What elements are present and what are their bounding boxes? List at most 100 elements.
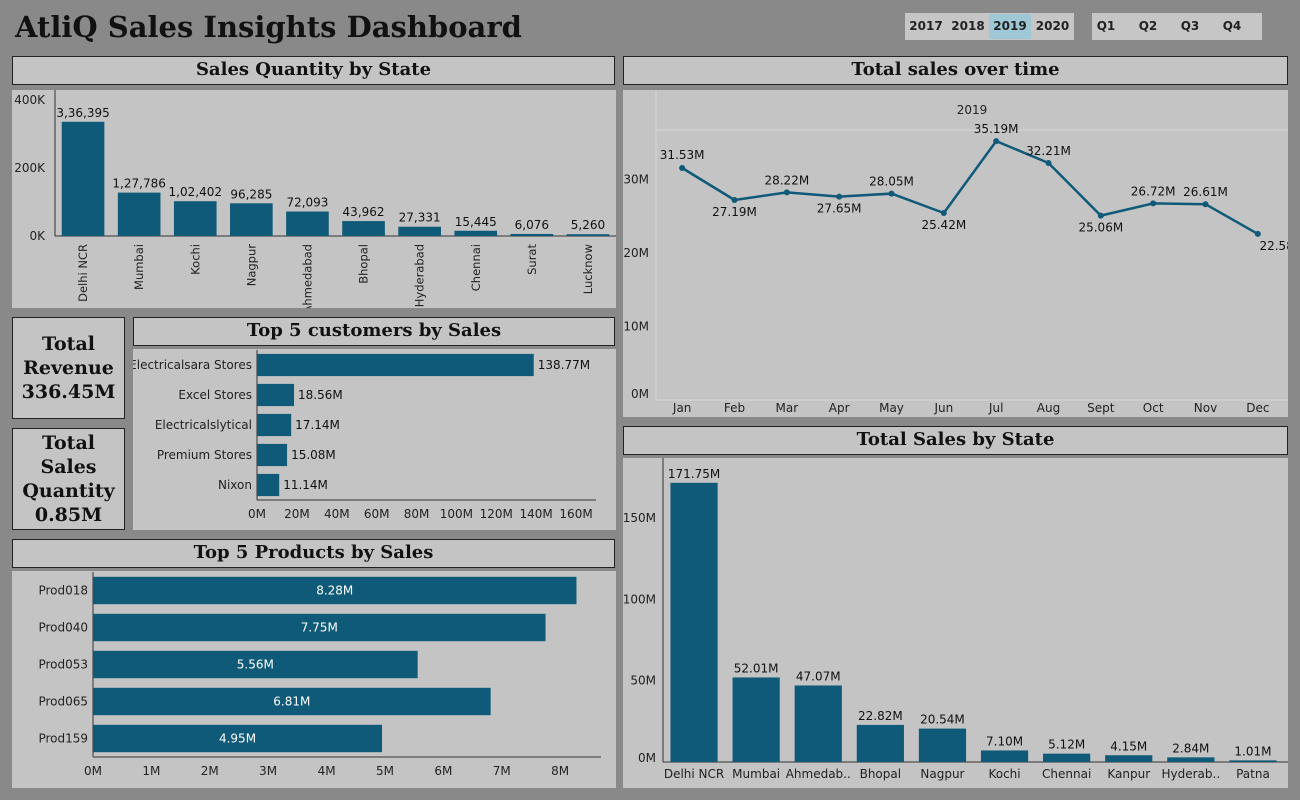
- products-x-tick-label: 7M: [493, 764, 511, 778]
- qty-bar: [230, 203, 273, 236]
- products-category-label: Prod018: [38, 584, 88, 598]
- sales-by-state-chart: 0M 50M 100M 150M 171.75M Delhi NCR 52.01M Mumba…: [623, 458, 1288, 781]
- year-filter-2017[interactable]: 2017: [905, 14, 947, 39]
- qty-bar: [173, 201, 217, 236]
- qty-bar: [286, 211, 329, 236]
- line-data-label: 25.42M: [921, 218, 966, 232]
- line-point: [888, 190, 895, 197]
- qty-x-tick-label: Nagpur: [244, 244, 258, 287]
- products-data-label: 4.95M: [219, 732, 256, 746]
- products-x-tick-label: 2M: [201, 764, 219, 778]
- qty-y-tick-label: 200K: [14, 161, 46, 175]
- line-year-header: 2019: [957, 103, 988, 117]
- line-point: [1254, 230, 1261, 237]
- state-data-label: 20.54M: [920, 713, 965, 727]
- top-products-panel: Prod018 8.28M Prod040 7.75M Prod053 5.56M Prod…: [12, 571, 616, 788]
- state-x-tick-label: Nagpur: [920, 767, 964, 781]
- products-data-label: 5.56M: [237, 658, 274, 672]
- line-x-tick-label: Sept: [1087, 401, 1115, 415]
- line-point: [1150, 200, 1157, 207]
- products-x-tick-label: 1M: [142, 764, 160, 778]
- qty-by-state-panel: 0K 200K 400K 3,36,395 Delhi NCR 1,27,786 Mumba…: [12, 90, 616, 313]
- state-bar: [1229, 760, 1277, 762]
- customers-data-label: 17.14M: [295, 418, 340, 432]
- line-data-label: 26.61M: [1183, 185, 1228, 199]
- state-x-tick-label: Ahmedab..: [786, 767, 851, 781]
- quarter-filter-q4[interactable]: Q4: [1218, 14, 1246, 39]
- state-data-label: 52.01M: [734, 661, 779, 675]
- customers-x-tick-label: 20M: [284, 507, 310, 521]
- line-data-label: 25.06M: [1078, 221, 1123, 235]
- qty-x-tick-label: Bhopal: [357, 244, 371, 284]
- line-y-tick-label: 0M: [631, 387, 649, 401]
- customers-x-tick-label: 100M: [440, 507, 473, 521]
- state-y-tick-label: 100M: [623, 592, 656, 606]
- qty-bar: [117, 192, 161, 236]
- sales-over-time-chart: 2019 0M 10M 20M 30M 31.53M Jan 27.19M Feb 28.22M M…: [623, 90, 1300, 415]
- state-bar: [670, 482, 718, 762]
- line-y-tick-label: 10M: [623, 319, 649, 333]
- products-x-tick-label: 5M: [376, 764, 394, 778]
- customers-x-tick-label: 80M: [404, 507, 430, 521]
- qty-data-label: 27,331: [399, 211, 441, 225]
- qty-data-label: 1,02,402: [169, 185, 222, 199]
- state-y-tick-label: 150M: [623, 511, 656, 525]
- year-filter-2020[interactable]: 2020: [1031, 14, 1074, 39]
- customers-category-label: Premium Stores: [157, 448, 252, 462]
- year-filter-2018[interactable]: 2018: [947, 14, 989, 39]
- products-category-label: Prod040: [38, 621, 88, 635]
- state-bar: [856, 724, 904, 762]
- kpi-quantity-value: 0.85M: [34, 504, 103, 526]
- qty-bar: [342, 221, 385, 236]
- qty-data-label: 5,260: [571, 218, 605, 232]
- line-x-tick-label: May: [879, 401, 904, 415]
- products-category-label: Prod053: [38, 658, 88, 672]
- kpi-revenue-line1: Total: [42, 333, 95, 355]
- top-products-header: Top 5 Products by Sales: [12, 539, 615, 568]
- state-bar: [1105, 755, 1153, 762]
- sales-by-state-header: Total Sales by State: [623, 426, 1288, 455]
- line-point: [1097, 212, 1104, 219]
- customers-data-label: 18.56M: [298, 388, 343, 402]
- qty-x-tick-label: Hyderabad: [413, 244, 427, 307]
- qty-by-state-chart: 0K 200K 400K 3,36,395 Delhi NCR 1,27,786 Mumba…: [14, 90, 616, 313]
- state-x-tick-label: Patna: [1236, 767, 1270, 781]
- customers-x-tick-label: 120M: [480, 507, 513, 521]
- state-bar: [918, 728, 967, 762]
- state-y-tick-label: 0M: [638, 751, 656, 765]
- quarter-filter-q3[interactable]: Q3: [1176, 14, 1204, 39]
- qty-data-label: 72,093: [286, 196, 328, 210]
- qty-bar: [398, 226, 441, 236]
- top-customers-panel: Electricalsara Stores 138.77M Excel Stores…: [129, 349, 616, 530]
- kpi-quantity-line2: Quantity: [22, 480, 115, 502]
- products-x-tick-label: 3M: [259, 764, 277, 778]
- quarter-filter-q2[interactable]: Q2: [1134, 14, 1162, 39]
- qty-x-tick-label: Delhi NCR: [76, 244, 90, 302]
- state-x-tick-label: Chennai: [1042, 767, 1091, 781]
- line-point: [1202, 201, 1209, 208]
- quarter-filter-q1[interactable]: Q1: [1092, 14, 1120, 39]
- customers-category-label: Electricalsara Stores: [133, 358, 252, 372]
- qty-bar: [510, 233, 554, 236]
- line-x-tick-label: Dec: [1246, 401, 1269, 415]
- customers-bar: [257, 353, 534, 377]
- sales-over-time-panel: 2019 0M 10M 20M 30M 31.53M Jan 27.19M Feb 28.22M M…: [623, 90, 1300, 417]
- products-data-label: 6.81M: [273, 695, 310, 709]
- year-filter-2019[interactable]: 2019: [989, 14, 1031, 39]
- line-point: [836, 193, 843, 200]
- products-x-tick-label: 6M: [434, 764, 452, 778]
- customers-x-tick-label: 0M: [248, 507, 266, 521]
- line-point: [993, 138, 1000, 145]
- line-x-tick-label: Jul: [988, 401, 1003, 415]
- kpi-revenue-line2: Revenue: [23, 357, 114, 379]
- line-data-label: 32.21M: [1026, 144, 1071, 158]
- qty-y-tick-label: 0K: [29, 229, 46, 243]
- line-x-tick-label: Oct: [1143, 401, 1164, 415]
- products-x-tick-label: 8M: [551, 764, 569, 778]
- customers-x-tick-label: 60M: [364, 507, 390, 521]
- line-data-label: 22.58M: [1259, 239, 1288, 253]
- top-customers-chart: Electricalsara Stores 138.77M Excel Stores…: [129, 350, 596, 521]
- qty-x-tick-label: Surat: [525, 244, 539, 275]
- products-category-label: Prod159: [38, 732, 88, 746]
- qty-x-tick-label: Kochi: [188, 244, 202, 275]
